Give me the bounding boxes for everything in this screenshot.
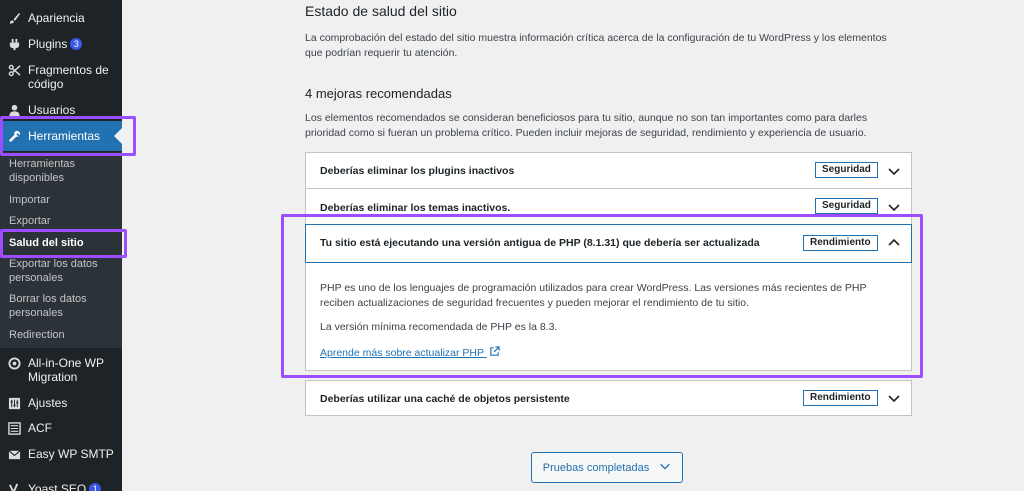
menu-yoast-seo[interactable]: Yoast SEO 1 — [0, 482, 122, 491]
notification-count-badge: 1 — [89, 483, 102, 491]
menu-easy-wp-smtp[interactable]: Easy WP SMTP — [0, 447, 122, 463]
highlight-php-issue — [281, 214, 923, 378]
menu-label: Easy WP SMTP — [28, 447, 114, 461]
menu-acf[interactable]: ACF — [0, 421, 122, 437]
page-title: Estado de salud del sitio — [305, 3, 457, 19]
menu-plugins[interactable]: Plugins 3 — [0, 37, 122, 53]
menu-label: Ajustes — [28, 396, 68, 410]
submenu-import[interactable]: Importar — [9, 193, 119, 207]
chevron-down-icon[interactable] — [887, 164, 901, 178]
acf-icon — [7, 421, 21, 435]
mail-icon — [7, 447, 21, 461]
issue-row-inactive-plugins[interactable]: Deberías eliminar los plugins inactivos … — [305, 152, 912, 189]
recommended-heading: 4 mejoras recomendadas — [305, 86, 452, 101]
menu-label: Plugins — [28, 37, 68, 51]
issue-category-badge: Seguridad — [815, 198, 878, 214]
chevron-down-icon[interactable] — [887, 391, 901, 405]
submenu-available-tools[interactable]: Herramientas disponibles — [9, 157, 119, 185]
menu-label: Yoast SEO — [28, 482, 87, 491]
menu-label: Apariencia — [28, 11, 85, 25]
menu-label: ACF — [28, 421, 52, 435]
intro-text: La comprobación del estado del sitio mue… — [305, 32, 887, 59]
menu-code-snippets[interactable]: Fragmentos de código — [0, 63, 122, 93]
submenu-export[interactable]: Exportar — [9, 214, 119, 228]
scissors-icon — [7, 63, 21, 77]
plugin-icon — [7, 37, 21, 51]
submenu-export-personal-data[interactable]: Exportar los datos personales — [9, 257, 119, 285]
highlight-tools-menu — [0, 116, 136, 156]
chevron-down-icon — [659, 460, 671, 475]
menu-label: All-in-One WP Migration — [28, 356, 104, 384]
issue-category-badge: Seguridad — [815, 162, 878, 178]
issue-title: Deberías utilizar una caché de objetos p… — [320, 393, 570, 405]
update-count-badge: 3 — [70, 38, 83, 50]
recommended-description: Los elementos recomendados se consideran… — [305, 112, 868, 139]
issue-category-badge: Rendimiento — [803, 390, 878, 406]
submenu-redirection[interactable]: Redirection — [9, 328, 119, 342]
chevron-down-icon[interactable] — [887, 200, 901, 214]
paintbrush-icon — [7, 11, 21, 25]
completed-tests-button[interactable]: Pruebas completadas — [531, 452, 683, 483]
sliders-icon — [7, 396, 21, 410]
menu-appearance[interactable]: Apariencia — [0, 11, 122, 27]
menu-settings[interactable]: Ajustes — [0, 396, 122, 412]
menu-label: Fragmentos de código — [28, 63, 109, 91]
submenu-erase-personal-data[interactable]: Borrar los datos personales — [9, 292, 119, 320]
migration-icon — [7, 356, 21, 370]
button-label: Pruebas completadas — [542, 461, 650, 474]
issue-title: Deberías eliminar los temas inactivos. — [320, 202, 511, 214]
issue-title: Deberías eliminar los plugins inactivos — [320, 165, 515, 177]
user-icon — [7, 103, 21, 117]
yoast-icon — [7, 482, 21, 491]
menu-label: Usuarios — [28, 103, 76, 117]
highlight-site-health — [0, 229, 127, 258]
menu-all-in-one-migration[interactable]: All-in-One WP Migration — [0, 356, 122, 386]
issue-row-object-cache[interactable]: Deberías utilizar una caché de objetos p… — [305, 380, 912, 416]
